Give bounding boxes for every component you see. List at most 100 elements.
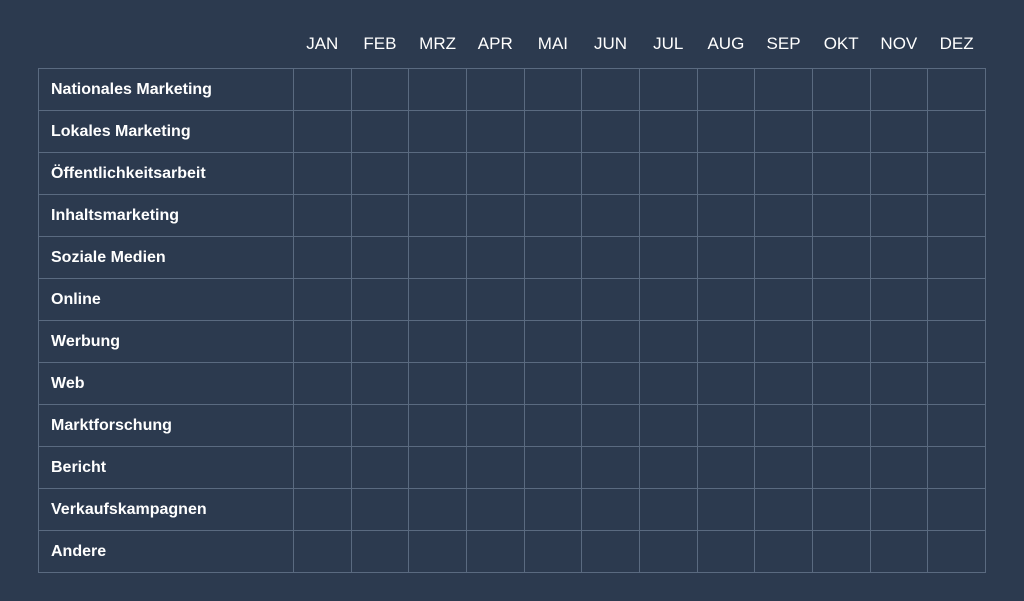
- cell[interactable]: [351, 279, 409, 321]
- cell[interactable]: [351, 405, 409, 447]
- cell[interactable]: [351, 69, 409, 111]
- cell[interactable]: [293, 531, 351, 573]
- cell[interactable]: [639, 279, 697, 321]
- cell[interactable]: [755, 447, 813, 489]
- cell[interactable]: [755, 153, 813, 195]
- cell[interactable]: [928, 111, 986, 153]
- cell[interactable]: [928, 321, 986, 363]
- cell[interactable]: [466, 321, 524, 363]
- cell[interactable]: [928, 153, 986, 195]
- cell[interactable]: [697, 237, 755, 279]
- cell[interactable]: [582, 363, 640, 405]
- cell[interactable]: [293, 363, 351, 405]
- cell[interactable]: [293, 195, 351, 237]
- cell[interactable]: [582, 153, 640, 195]
- cell[interactable]: [524, 111, 582, 153]
- cell[interactable]: [524, 363, 582, 405]
- cell[interactable]: [928, 531, 986, 573]
- cell[interactable]: [697, 489, 755, 531]
- cell[interactable]: [466, 195, 524, 237]
- cell[interactable]: [870, 363, 928, 405]
- cell[interactable]: [524, 279, 582, 321]
- cell[interactable]: [409, 321, 467, 363]
- cell[interactable]: [466, 405, 524, 447]
- cell[interactable]: [409, 279, 467, 321]
- cell[interactable]: [639, 69, 697, 111]
- cell[interactable]: [755, 195, 813, 237]
- cell[interactable]: [293, 153, 351, 195]
- cell[interactable]: [755, 531, 813, 573]
- cell[interactable]: [812, 447, 870, 489]
- cell[interactable]: [409, 111, 467, 153]
- cell[interactable]: [466, 279, 524, 321]
- cell[interactable]: [582, 237, 640, 279]
- cell[interactable]: [351, 447, 409, 489]
- cell[interactable]: [582, 405, 640, 447]
- cell[interactable]: [870, 405, 928, 447]
- cell[interactable]: [639, 237, 697, 279]
- cell[interactable]: [870, 489, 928, 531]
- cell[interactable]: [812, 195, 870, 237]
- cell[interactable]: [582, 321, 640, 363]
- cell[interactable]: [293, 405, 351, 447]
- cell[interactable]: [409, 69, 467, 111]
- cell[interactable]: [812, 111, 870, 153]
- cell[interactable]: [293, 321, 351, 363]
- cell[interactable]: [351, 531, 409, 573]
- cell[interactable]: [639, 321, 697, 363]
- cell[interactable]: [928, 237, 986, 279]
- cell[interactable]: [409, 531, 467, 573]
- cell[interactable]: [870, 531, 928, 573]
- cell[interactable]: [697, 69, 755, 111]
- cell[interactable]: [582, 111, 640, 153]
- cell[interactable]: [870, 153, 928, 195]
- cell[interactable]: [639, 195, 697, 237]
- cell[interactable]: [409, 489, 467, 531]
- cell[interactable]: [524, 321, 582, 363]
- cell[interactable]: [409, 405, 467, 447]
- cell[interactable]: [697, 153, 755, 195]
- cell[interactable]: [351, 195, 409, 237]
- cell[interactable]: [466, 489, 524, 531]
- cell[interactable]: [582, 489, 640, 531]
- cell[interactable]: [293, 237, 351, 279]
- cell[interactable]: [928, 447, 986, 489]
- cell[interactable]: [870, 237, 928, 279]
- cell[interactable]: [582, 69, 640, 111]
- cell[interactable]: [466, 363, 524, 405]
- cell[interactable]: [639, 531, 697, 573]
- cell[interactable]: [697, 531, 755, 573]
- cell[interactable]: [870, 321, 928, 363]
- cell[interactable]: [293, 447, 351, 489]
- cell[interactable]: [524, 195, 582, 237]
- cell[interactable]: [351, 363, 409, 405]
- cell[interactable]: [697, 447, 755, 489]
- cell[interactable]: [755, 111, 813, 153]
- cell[interactable]: [870, 447, 928, 489]
- cell[interactable]: [697, 363, 755, 405]
- cell[interactable]: [755, 69, 813, 111]
- cell[interactable]: [524, 405, 582, 447]
- cell[interactable]: [293, 69, 351, 111]
- cell[interactable]: [466, 531, 524, 573]
- cell[interactable]: [755, 321, 813, 363]
- cell[interactable]: [928, 195, 986, 237]
- cell[interactable]: [870, 279, 928, 321]
- cell[interactable]: [639, 489, 697, 531]
- cell[interactable]: [812, 237, 870, 279]
- cell[interactable]: [351, 237, 409, 279]
- cell[interactable]: [351, 321, 409, 363]
- cell[interactable]: [812, 321, 870, 363]
- cell[interactable]: [755, 237, 813, 279]
- cell[interactable]: [812, 363, 870, 405]
- cell[interactable]: [524, 69, 582, 111]
- cell[interactable]: [639, 363, 697, 405]
- cell[interactable]: [812, 153, 870, 195]
- cell[interactable]: [639, 111, 697, 153]
- cell[interactable]: [524, 531, 582, 573]
- cell[interactable]: [870, 111, 928, 153]
- cell[interactable]: [928, 279, 986, 321]
- cell[interactable]: [697, 321, 755, 363]
- cell[interactable]: [812, 489, 870, 531]
- cell[interactable]: [870, 195, 928, 237]
